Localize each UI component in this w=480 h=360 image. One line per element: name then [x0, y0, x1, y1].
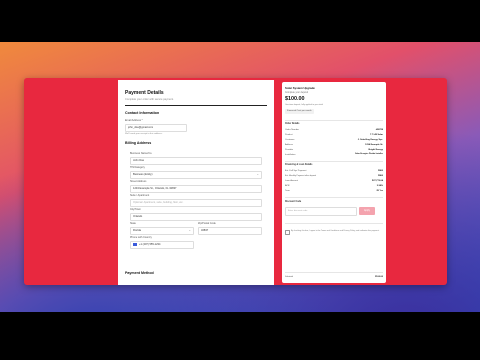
- street-address-label: Street Address: [130, 180, 147, 183]
- order-row-label: Provider: [285, 149, 294, 151]
- city-label: City/Town: [130, 208, 141, 211]
- terms-text: By checking this box, I agree to the Ter…: [291, 230, 380, 232]
- phone-label: Phone with Country: [130, 236, 152, 239]
- order-row-label: Product: [285, 134, 293, 136]
- zip-value: 32837: [201, 228, 209, 232]
- email-field[interactable]: john_doe@gmail.com: [125, 124, 187, 132]
- phone-value: +1 (407) 555-1234: [139, 242, 161, 246]
- divider: [285, 272, 383, 273]
- financing-heading: Financing & Loan Details: [285, 164, 313, 166]
- divider: [285, 223, 383, 224]
- order-row-label: Address: [285, 144, 294, 146]
- email-label: Email Address *: [125, 119, 143, 122]
- order-row-value: 7.7 kW Solar: [369, 134, 383, 136]
- business-name-label: Business Name/Co.: [130, 152, 153, 155]
- financing-row-label: Est. Monthly Payment after deposit: [285, 175, 317, 177]
- discount-heading: Discount Code: [285, 201, 302, 203]
- order-summary: Solar System Upgrade Complete your depos…: [282, 82, 386, 283]
- financing-row-label: APR: [285, 185, 290, 187]
- summary-subtitle: Complete your deposit: [285, 92, 308, 94]
- contact-heading: Contact Information: [125, 111, 160, 115]
- financing-row-value: $27,770.04: [372, 180, 383, 182]
- state-value: Florida: [133, 228, 141, 232]
- order-row-value: J. Schelling Energy Sys.: [357, 139, 383, 141]
- payment-form: Payment Details Complete your order with…: [118, 80, 274, 285]
- deposit-price: $100.00: [285, 96, 305, 102]
- divider: [285, 120, 383, 121]
- city-value: Orlando: [133, 214, 143, 218]
- terms-checkbox[interactable]: [285, 230, 290, 235]
- tin-category-label: TIN/Category: [130, 166, 145, 169]
- order-row-label: Order Number: [285, 129, 299, 131]
- business-name-value: John Doe: [133, 158, 145, 162]
- financed-badge: Financed Cost per month: [285, 109, 314, 114]
- order-row-value: 1234 Example St.: [365, 144, 383, 146]
- summary-title: Solar System Upgrade: [285, 86, 315, 90]
- order-row-label: Customer: [285, 139, 295, 141]
- price-note: One-time deposit, fully applied to your …: [285, 104, 323, 106]
- financing-row-value: $800: [378, 170, 383, 172]
- divider: [285, 197, 383, 198]
- discount-code-input[interactable]: Enter discount code: [285, 207, 357, 216]
- subtotal-value: $100.00: [375, 276, 383, 278]
- suite-placeholder: Optional: Apartment, suite, building, fl…: [133, 200, 184, 204]
- street-address-value: 1234 Example St., Orlando, FL 32837: [133, 186, 177, 190]
- page-title: Payment Details: [125, 90, 164, 96]
- order-row-value: Bright Energy: [368, 149, 383, 151]
- state-label: State: [130, 222, 136, 225]
- chevron-down-icon: ⌄: [256, 172, 259, 177]
- tin-category-select[interactable]: Business (Entity) ⌄: [130, 171, 262, 179]
- state-select[interactable]: Florida ⌄: [130, 227, 194, 235]
- email-value: john_doe@gmail.com: [128, 125, 154, 129]
- browser-window: Payment Details Complete your order with…: [24, 78, 447, 285]
- financing-row-value: $800: [378, 175, 383, 177]
- chevron-down-icon: ⌄: [188, 228, 191, 233]
- order-row-label: Installation: [285, 154, 296, 156]
- financing-row-label: Loan Amount: [285, 180, 298, 182]
- suite-label: Suite / Apartment: [130, 194, 150, 197]
- discount-placeholder: Enter discount code: [288, 210, 308, 213]
- email-help: We'll send your receipt to this address.: [125, 133, 163, 135]
- order-row-value: #38728: [375, 129, 383, 131]
- financing-row-label: Est. Full Sys Payment: [285, 170, 307, 172]
- city-field[interactable]: Orlando: [130, 213, 262, 221]
- suite-field[interactable]: Optional: Apartment, suite, building, fl…: [130, 199, 262, 207]
- subtotal-label: Subtotal: [285, 276, 294, 278]
- financing-row-value: 25 Yrs: [376, 190, 383, 192]
- us-flag-icon: [133, 243, 137, 247]
- business-name-field[interactable]: John Doe: [130, 157, 262, 165]
- billing-heading: Billing Address: [125, 141, 152, 145]
- phone-field[interactable]: +1 (407) 555-1234: [130, 241, 194, 249]
- financing-row-value: 3.99%: [376, 185, 383, 187]
- street-address-field[interactable]: 1234 Example St., Orlando, FL 32837: [130, 185, 262, 193]
- financing-row-label: Term: [285, 190, 290, 192]
- apply-button[interactable]: Apply: [359, 207, 375, 215]
- payment-method-heading: Payment Method: [125, 271, 154, 275]
- order-row-value: Solar Energies Florida Installer: [355, 153, 383, 155]
- divider: [285, 161, 383, 162]
- title-divider: [125, 105, 267, 106]
- order-details-heading: Order Details: [285, 123, 300, 125]
- page-subtitle: Complete your order with secure payment.: [125, 98, 174, 101]
- zip-label: Zip/Postal Code: [198, 222, 216, 225]
- tin-category-value: Business (Entity): [133, 172, 153, 176]
- zip-field[interactable]: 32837: [198, 227, 262, 235]
